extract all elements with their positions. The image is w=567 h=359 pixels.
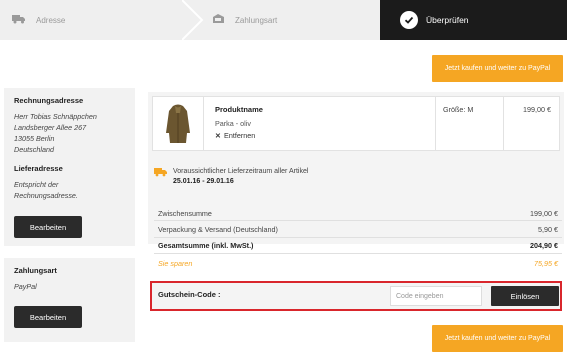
divider — [154, 220, 562, 221]
check-circle-icon — [400, 11, 418, 29]
delivery-info: Voraussichtlicher Lieferzeitraum aller A… — [154, 168, 308, 185]
product-name: Produktname — [215, 105, 263, 114]
step-payment[interactable]: Zahlungsart — [212, 0, 277, 40]
remove-label: Entfernen — [224, 131, 256, 140]
subtotal-row: Zwischensumme 199,00 € — [158, 209, 558, 218]
payment-panel: Zahlungsart PayPal Bearbeiten — [4, 258, 135, 342]
cart-summary: Produktname Parka - oliv ✕ Entfernen Größ… — [148, 92, 564, 244]
subtotal-value: 199,00 € — [530, 209, 558, 218]
checkout-stepper: Adresse Zahlungsart Überprüfen — [0, 0, 567, 40]
buy-paypal-button-bottom[interactable]: Jetzt kaufen und weiter zu PayPal — [432, 325, 563, 352]
step-address-label: Adresse — [36, 15, 66, 25]
divider — [154, 237, 562, 238]
divider — [435, 97, 436, 150]
delivery-text: Voraussichtlicher Lieferzeitraum aller A… — [173, 168, 309, 175]
total-value: 204,90 € — [530, 241, 558, 250]
voucher-label: Gutschein-Code : — [158, 290, 221, 299]
step-separator-icon — [182, 0, 204, 40]
billing-line-3: 13055 Berlin — [14, 134, 55, 143]
redeem-voucher-button[interactable]: Einlösen — [491, 286, 559, 306]
billing-line-1: Herr Tobias Schnäppchen — [14, 112, 97, 121]
close-icon: ✕ — [215, 131, 222, 140]
address-panel: Rechnungsadresse Herr Tobias Schnäppchen… — [4, 88, 135, 246]
step-review[interactable]: Überprüfen — [380, 0, 567, 40]
step-payment-label: Zahlungsart — [235, 15, 278, 25]
edit-address-button[interactable]: Bearbeiten — [14, 216, 82, 238]
billing-line-2: Landsberger Allee 267 — [14, 123, 87, 132]
voucher-section: Gutschein-Code : Code eingeben Einlösen — [150, 281, 562, 311]
truck-icon — [12, 14, 26, 26]
payment-method: PayPal — [14, 282, 37, 291]
product-image — [166, 104, 190, 143]
billing-title: Rechnungsadresse — [14, 96, 84, 105]
divider — [154, 253, 562, 254]
subtotal-label: Zwischensumme — [158, 209, 212, 218]
product-variant: Parka - oliv — [215, 119, 251, 128]
shipping-row: Verpackung & Versand (Deutschland) 5,90 … — [158, 225, 558, 234]
remove-product-link[interactable]: ✕ Entfernen — [215, 131, 255, 140]
edit-payment-button[interactable]: Bearbeiten — [14, 306, 82, 328]
step-review-label: Überprüfen — [426, 15, 469, 25]
billing-line-4: Deutschland — [14, 145, 54, 154]
buy-paypal-button-top[interactable]: Jetzt kaufen und weiter zu PayPal — [432, 55, 563, 82]
product-price: 199,00 € — [523, 105, 551, 114]
delivery-dates: 25.01.16 - 29.01.16 — [173, 178, 234, 185]
step-address[interactable]: Adresse — [12, 0, 65, 40]
product-row: Produktname Parka - oliv ✕ Entfernen Größ… — [152, 96, 560, 151]
payment-title: Zahlungsart — [14, 266, 57, 275]
divider — [203, 97, 204, 150]
total-label: Gesamtsumme (inkl. MwSt.) — [158, 241, 254, 250]
savings-row: Sie sparen 75,95 € — [158, 259, 558, 268]
shipping-label: Verpackung & Versand (Deutschland) — [158, 225, 278, 234]
truck-icon — [154, 168, 167, 185]
delivery-line-2: Rechnungsadresse. — [14, 191, 78, 200]
delivery-line-1: Entspricht der — [14, 180, 59, 189]
voucher-code-input[interactable]: Code eingeben — [390, 286, 482, 306]
product-size: Größe: M — [443, 105, 474, 114]
savings-value: 75,95 € — [534, 259, 558, 268]
wallet-icon — [212, 14, 225, 26]
delivery-title: Lieferadresse — [14, 164, 63, 173]
savings-label: Sie sparen — [158, 259, 193, 268]
divider — [503, 97, 504, 150]
shipping-value: 5,90 € — [538, 225, 558, 234]
total-row: Gesamtsumme (inkl. MwSt.) 204,90 € — [158, 241, 558, 250]
